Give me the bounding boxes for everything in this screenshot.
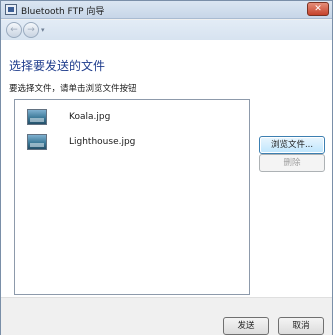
delete-button[interactable]: 删除 bbox=[259, 154, 325, 172]
close-button[interactable]: ✕ bbox=[307, 2, 329, 16]
browse-files-button[interactable]: 浏览文件... bbox=[259, 136, 325, 154]
window-title: Bluetooth FTP 向导 bbox=[21, 7, 105, 17]
back-arrow-icon[interactable]: ← bbox=[6, 22, 22, 38]
file-name: Koala.jpg bbox=[69, 112, 111, 122]
cancel-button[interactable]: 取消 bbox=[278, 317, 324, 335]
file-list-item[interactable]: Lighthouse.jpg bbox=[27, 134, 227, 152]
history-dropdown-icon[interactable]: ▾ bbox=[41, 26, 45, 34]
send-button[interactable]: 发送 bbox=[223, 317, 269, 335]
instruction-text: 要选择文件，请单击浏览文件按钮 bbox=[9, 84, 137, 94]
bluetooth-app-icon bbox=[5, 4, 17, 15]
file-list[interactable]: Koala.jpg Lighthouse.jpg bbox=[14, 99, 250, 295]
title-bar: Bluetooth FTP 向导 ✕ bbox=[1, 1, 332, 19]
image-file-icon bbox=[27, 134, 47, 150]
forward-arrow-icon[interactable]: → bbox=[23, 22, 39, 38]
wizard-window: Bluetooth FTP 向导 ✕ ← → ▾ 选择要发送的文件 要选择文件，… bbox=[0, 0, 333, 335]
image-file-icon bbox=[27, 109, 47, 125]
navigation-bar: ← → ▾ bbox=[1, 20, 332, 40]
page-heading: 选择要发送的文件 bbox=[9, 59, 106, 73]
file-list-item[interactable]: Koala.jpg bbox=[27, 109, 227, 127]
file-name: Lighthouse.jpg bbox=[69, 137, 136, 147]
